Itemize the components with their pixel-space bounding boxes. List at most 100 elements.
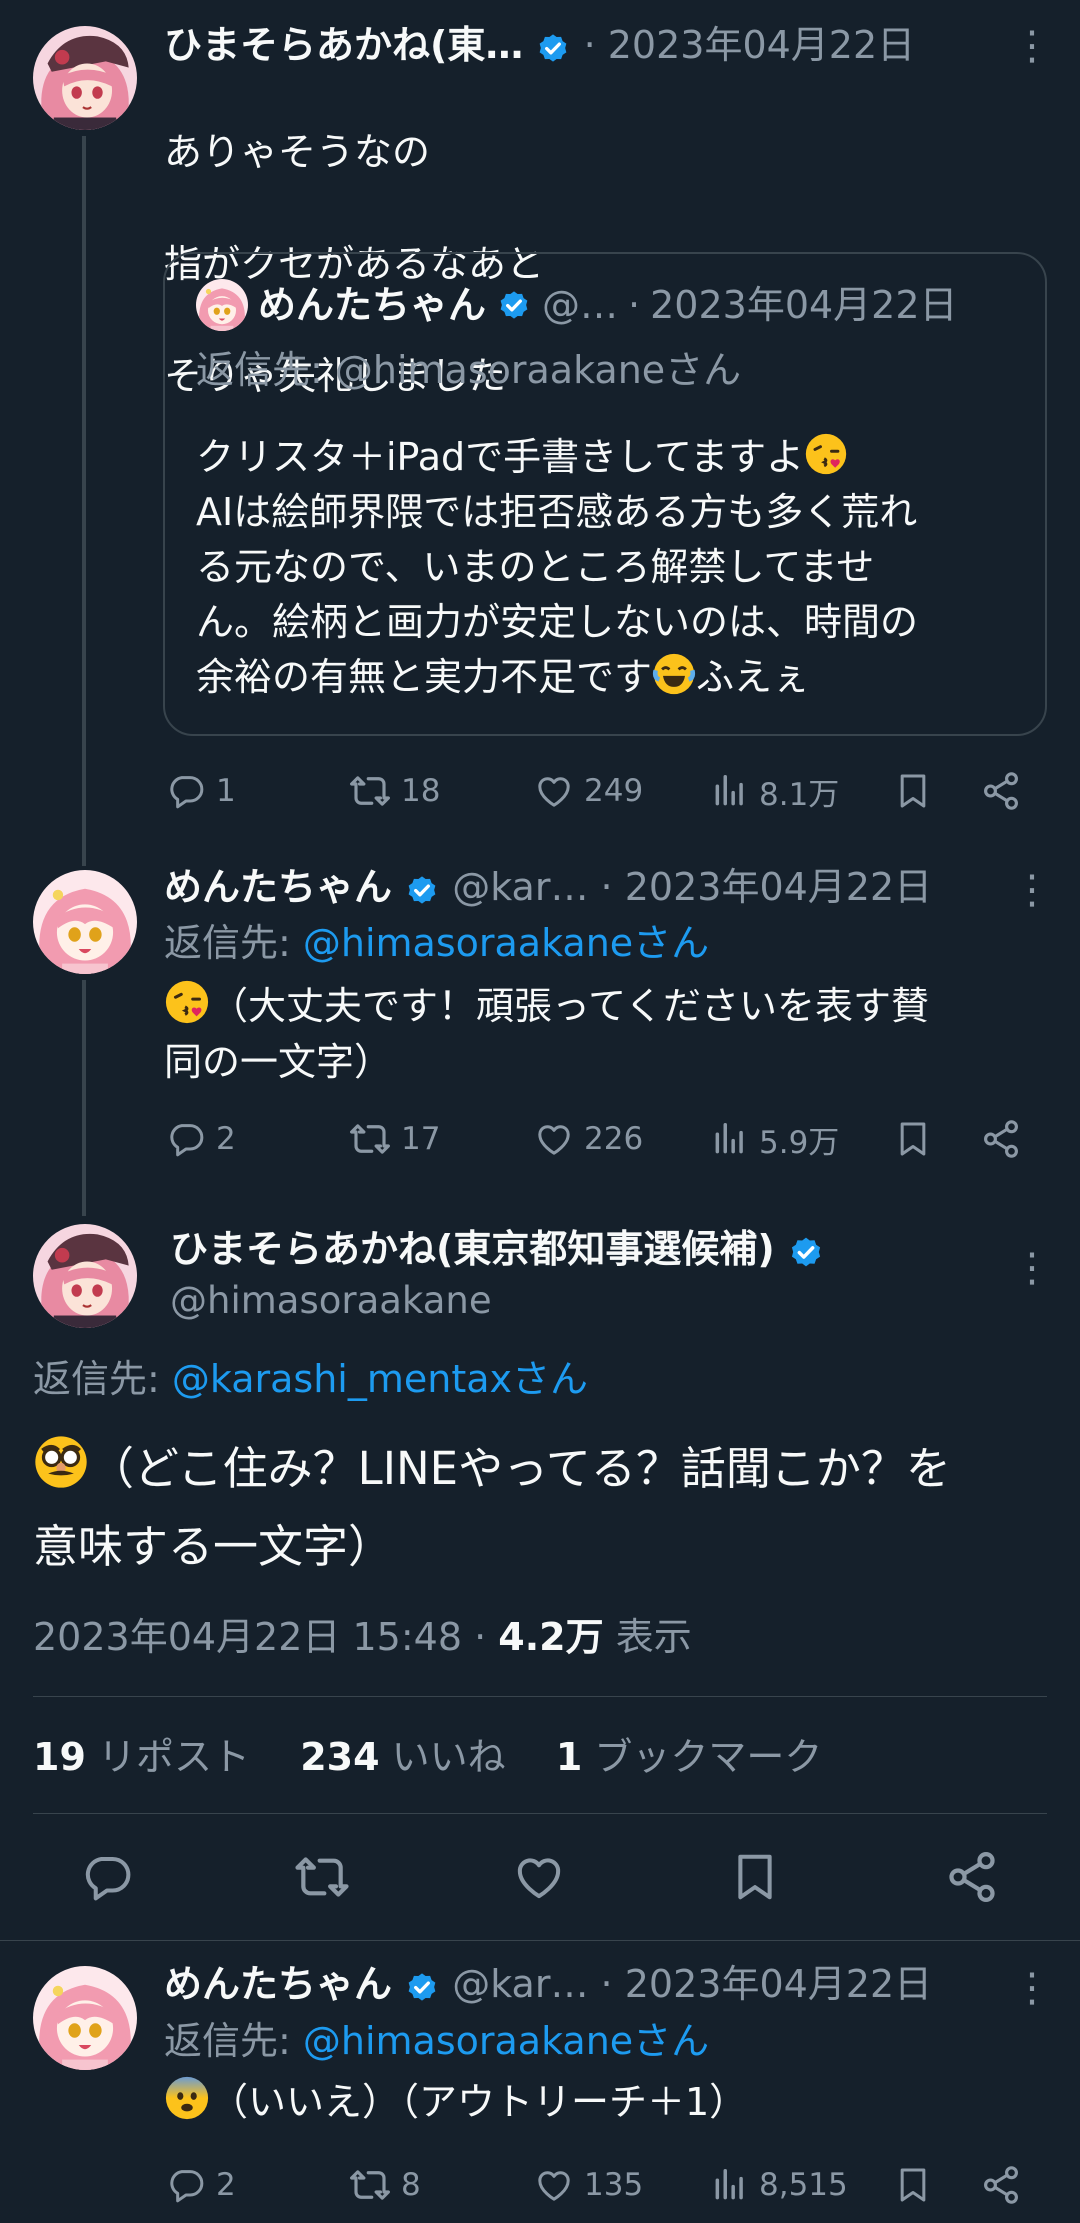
bookmark-button[interactable] (893, 766, 933, 816)
avatar[interactable] (33, 870, 137, 974)
quoted-text-line: ん。絵柄と画力が安定しないのは、時間の (196, 600, 919, 644)
tweet-date[interactable]: 2023年04月22日 (608, 23, 915, 67)
avatar[interactable] (33, 26, 137, 130)
like-count: 249 (584, 773, 644, 809)
author-handle[interactable]: @kar… (452, 865, 588, 909)
like-button[interactable]: 226 (534, 1114, 643, 1164)
reposts-stat[interactable]: 19 リポスト (33, 1735, 250, 1779)
avatar[interactable] (33, 1966, 137, 2070)
reply-button[interactable]: 2 (166, 2160, 236, 2210)
reply-to-label: 返信先: (164, 921, 303, 965)
author-name[interactable]: めんたちゃん (164, 1962, 392, 2006)
views-button[interactable]: 8,515 (711, 2160, 848, 2210)
repost-icon (349, 770, 391, 812)
likes-label: いいね (391, 1735, 506, 1779)
repost-button[interactable] (294, 1852, 350, 1902)
more-options-icon[interactable]: ⋮ (1012, 870, 1052, 910)
share-icon (980, 770, 1022, 812)
bookmarks-label: ブックマーク (594, 1735, 823, 1779)
views-count: 4.2万 (498, 1615, 604, 1659)
views-icon (711, 2166, 749, 2204)
thread-line (82, 136, 86, 866)
avatar-image (33, 26, 137, 130)
quoted-avatar-image (196, 279, 248, 331)
like-button[interactable]: 249 (534, 766, 643, 816)
quoted-date: 2023年04月22日 (650, 283, 958, 327)
quoted-text-span: ふえぇ (696, 655, 811, 699)
repost-button[interactable]: 17 (349, 1114, 440, 1164)
likes-count: 234 (300, 1735, 380, 1779)
repost-count: 18 (401, 773, 441, 809)
views-count: 5.9万 (759, 1124, 840, 1161)
repost-button[interactable]: 18 (349, 766, 440, 816)
quoted-text-line: る元なので、いまのところ解禁してませ (196, 545, 875, 589)
quoted-reply-to: 返信先: @himasoraakaneさん (196, 348, 742, 392)
verified-badge-icon (535, 30, 571, 66)
reply-button[interactable]: 1 (166, 766, 236, 816)
quoted-author-name: めんたちゃん (258, 283, 487, 327)
like-icon (512, 1850, 566, 1904)
share-icon (944, 1849, 1000, 1905)
reply-to-handle-link[interactable]: @karashi_mentaxさん (172, 1357, 588, 1401)
tweet-date[interactable]: 2023年04月22日 (625, 865, 932, 909)
reply-to: 返信先: @himasoraakaneさん (164, 916, 709, 970)
like-button[interactable]: 135 (534, 2160, 643, 2210)
bookmark-button[interactable] (893, 1114, 933, 1164)
reply-button[interactable] (80, 1852, 134, 1902)
kissing-face-emoji-icon (164, 979, 210, 1025)
disguised-face-emoji-icon (33, 1434, 89, 1490)
likes-stat[interactable]: 234 いいね (300, 1735, 505, 1779)
bookmarks-stat[interactable]: 1 ブックマーク (556, 1735, 823, 1779)
reply-to-handle-link[interactable]: @himasoraakaneさん (303, 2019, 709, 2063)
bookmark-icon (893, 1119, 933, 1159)
avatar[interactable] (33, 1224, 137, 1328)
bookmark-icon (728, 1850, 782, 1904)
reply-button[interactable]: 2 (166, 1114, 236, 1164)
views-label: 表示 (615, 1615, 692, 1659)
tweet-text: （いいえ）（アウトリーチ＋1） (164, 2074, 747, 2130)
views-button[interactable]: 5.9万 (711, 1114, 839, 1164)
more-options-icon[interactable]: ⋮ (1012, 26, 1052, 66)
verified-badge-icon (404, 872, 440, 908)
share-icon (980, 1118, 1022, 1160)
views-button[interactable]: 8.1万 (711, 766, 839, 816)
share-button[interactable] (980, 2160, 1022, 2210)
author-name[interactable]: ひまそらあかね(東京都知事選候補) (170, 1227, 775, 1271)
author-name[interactable]: ひまそらあかね(東… (164, 23, 523, 67)
bookmark-button[interactable] (728, 1852, 782, 1902)
views-icon (711, 772, 749, 810)
author-name[interactable]: めんたちゃん (164, 865, 392, 909)
bookmark-button[interactable] (893, 2160, 933, 2210)
share-button[interactable] (980, 1114, 1022, 1164)
like-count: 135 (584, 2167, 644, 2203)
more-options-icon[interactable]: ⋮ (1012, 1968, 1052, 2008)
repost-button[interactable]: 8 (349, 2160, 421, 2210)
tweet-date[interactable]: 2023年04月22日 (625, 1962, 932, 2006)
verified-badge-icon (787, 1233, 825, 1271)
tweet-timestamp[interactable]: 2023年04月22日 15:48 (33, 1615, 462, 1659)
author-handle[interactable]: @himasoraakane (170, 1274, 492, 1328)
thread-line (82, 980, 86, 1216)
author-handle[interactable]: @kar… (452, 1962, 588, 2006)
like-icon (534, 2165, 574, 2205)
tweet-header: めんたちゃん @kar… · 2023年04月22日 (164, 1957, 932, 2011)
reply-count: 2 (216, 2167, 236, 2203)
reply-to-handle-link[interactable]: @himasoraakaneさん (303, 921, 709, 965)
like-button[interactable] (512, 1852, 566, 1902)
share-button[interactable] (980, 766, 1022, 816)
tweet-header: ひまそらあかね(東… · 2023年04月22日 (164, 18, 915, 72)
reply-icon (166, 771, 206, 811)
fearful-face-emoji-icon (164, 2075, 210, 2121)
tweet-text: （大丈夫です！頑張ってくださいを表す賛 同の一文字） (164, 978, 929, 1090)
more-options-icon[interactable]: ⋮ (1012, 1248, 1052, 1288)
tweet-text-span: （いいえ）（アウトリーチ＋1） (210, 2080, 748, 2124)
quoted-text-line: 余裕の有無と実力不足です ふえぇ (196, 650, 918, 705)
tweet-text-span: （大丈夫です！頑張ってくださいを表す賛 (210, 984, 929, 1028)
main-tweet-text: （どこ住み？LINEやってる？話聞こか？を 意味する一文字） (33, 1430, 951, 1586)
share-button[interactable] (944, 1852, 1000, 1902)
reposts-count: 19 (33, 1735, 86, 1779)
quoted-avatar (196, 279, 248, 331)
reply-to-label: 返信先: (33, 1357, 172, 1401)
reply-count: 2 (216, 1121, 236, 1157)
reply-icon (166, 2165, 206, 2205)
